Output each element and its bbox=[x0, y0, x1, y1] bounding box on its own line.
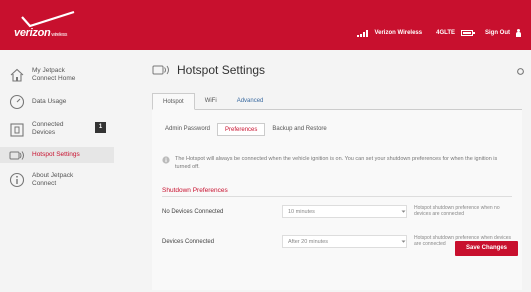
row-label: No Devices Connected bbox=[162, 209, 224, 215]
row-label: Devices Connected bbox=[162, 239, 215, 245]
sidebar-item-label: My Jetpack Connect Home bbox=[32, 67, 76, 82]
home-icon bbox=[10, 68, 24, 82]
section-title: Shutdown Preferences bbox=[162, 187, 228, 194]
info-message: The Hotspot will always be connected whe… bbox=[162, 155, 512, 171]
divider bbox=[162, 196, 512, 197]
devices-connected-select[interactable]: After 20 minutes bbox=[282, 235, 407, 248]
settings-icon[interactable] bbox=[516, 67, 525, 76]
pref-row-no-devices: No Devices Connected 10 minutes Hotspot … bbox=[162, 205, 517, 221]
person-icon[interactable] bbox=[516, 29, 521, 37]
sidebar-item-hotspot-settings[interactable]: Hotspot Settings bbox=[0, 147, 114, 163]
hotspot-icon bbox=[9, 151, 24, 160]
status-area: Verizon Wireless 4GLTE Sign Out bbox=[357, 29, 521, 37]
devices-icon bbox=[10, 123, 24, 137]
gauge-icon bbox=[9, 94, 25, 110]
info-icon bbox=[9, 172, 25, 188]
sidebar-item-label: Data Usage bbox=[32, 98, 67, 105]
no-devices-select[interactable]: 10 minutes bbox=[282, 205, 407, 218]
sidebar: My Jetpack Connect Home Data Usage Conne… bbox=[0, 50, 114, 292]
tab-wifi[interactable]: WiFi bbox=[195, 93, 227, 110]
info-text: The Hotspot will always be connected whe… bbox=[175, 156, 498, 170]
hotspot-panel: Admin Password Preferences Backup and Re… bbox=[152, 110, 522, 290]
settings-tabs: Hotspot WiFi Advanced bbox=[152, 93, 522, 110]
sidebar-item-data-usage[interactable]: Data Usage bbox=[0, 92, 114, 112]
network-type: 4GLTE bbox=[436, 30, 455, 36]
chevron-down-icon bbox=[401, 240, 406, 243]
sign-out-link[interactable]: Sign Out bbox=[485, 30, 510, 36]
info-icon bbox=[162, 156, 170, 164]
page-header: Hotspot Settings bbox=[152, 63, 265, 77]
network-name: Verizon Wireless bbox=[374, 30, 423, 36]
hotspot-subtabs: Admin Password Preferences Backup and Re… bbox=[158, 123, 334, 136]
header-bar: verizonwireless Verizon Wireless 4GLTE S… bbox=[0, 0, 531, 50]
sidebar-item-about[interactable]: About Jetpack Connect bbox=[0, 168, 114, 194]
sidebar-item-label: About Jetpack Connect bbox=[32, 172, 74, 187]
tab-hotspot[interactable]: Hotspot bbox=[152, 93, 195, 110]
signal-strength-icon bbox=[357, 29, 369, 37]
page-title: Hotspot Settings bbox=[177, 63, 266, 77]
battery-icon bbox=[461, 30, 475, 36]
brand-sub: wireless bbox=[51, 32, 68, 38]
chevron-down-icon bbox=[401, 210, 406, 213]
sidebar-item-home[interactable]: My Jetpack Connect Home bbox=[0, 64, 114, 88]
main-content: Hotspot Settings Hotspot WiFi Advanced A… bbox=[118, 50, 531, 292]
subtab-admin-password[interactable]: Admin Password bbox=[158, 123, 217, 136]
sidebar-item-label: Connected Devices bbox=[32, 121, 64, 136]
sidebar-item-label: Hotspot Settings bbox=[32, 151, 80, 158]
row-help-text: Hotspot shutdown preference when no devi… bbox=[414, 205, 500, 217]
subtab-backup-restore[interactable]: Backup and Restore bbox=[265, 123, 333, 136]
tab-advanced[interactable]: Advanced bbox=[227, 93, 274, 110]
verizon-logo: verizonwireless bbox=[14, 10, 114, 42]
subtab-preferences[interactable]: Preferences bbox=[217, 123, 266, 136]
brand-name: verizon bbox=[14, 27, 51, 39]
sidebar-item-connected-devices[interactable]: Connected Devices 1 bbox=[0, 118, 114, 142]
save-changes-button[interactable]: Save Changes bbox=[455, 241, 518, 256]
hotspot-icon bbox=[152, 65, 169, 75]
device-count-badge: 1 bbox=[95, 122, 106, 133]
